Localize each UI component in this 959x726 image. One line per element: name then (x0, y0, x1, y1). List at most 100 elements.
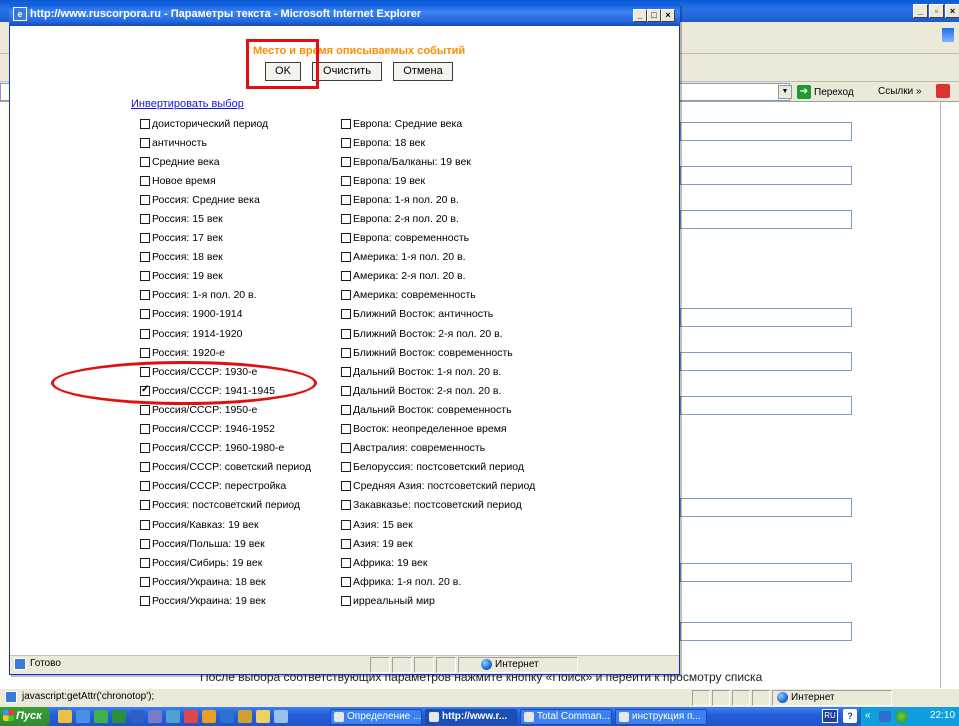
option-item[interactable]: Дальний Восток: современность (341, 400, 535, 419)
option-checkbox[interactable] (140, 252, 150, 263)
option-item[interactable]: Азия: 19 век (341, 534, 535, 553)
option-checkbox[interactable] (341, 271, 351, 282)
option-checkbox[interactable] (140, 328, 150, 339)
quick-launch-icon[interactable] (256, 710, 270, 723)
option-checkbox[interactable] (341, 347, 351, 358)
quick-launch-icon[interactable] (112, 710, 126, 723)
option-item[interactable]: Россия/Украина: 19 век (140, 591, 311, 610)
option-checkbox[interactable] (140, 309, 150, 320)
option-item[interactable]: Африка: 1-я пол. 20 в. (341, 572, 535, 591)
quick-launch-icon[interactable] (238, 710, 252, 723)
minimize-icon[interactable]: _ (913, 4, 928, 18)
option-checkbox[interactable] (341, 424, 351, 435)
quick-launch-icon[interactable] (58, 710, 72, 723)
option-item[interactable]: Россия/СССР: 1946-1952 (140, 420, 311, 439)
option-checkbox[interactable] (140, 175, 150, 186)
option-item[interactable]: Россия: 1914-1920 (140, 324, 311, 343)
option-checkbox[interactable] (140, 404, 150, 415)
option-checkbox[interactable] (140, 557, 150, 568)
option-item[interactable]: Россия: 1-я пол. 20 в. (140, 286, 311, 305)
option-checkbox[interactable] (140, 156, 150, 167)
tray-app-icon[interactable] (895, 710, 908, 723)
links-icon[interactable] (936, 84, 950, 98)
network-icon[interactable] (879, 711, 891, 722)
option-item[interactable]: античность (140, 133, 311, 152)
background-input[interactable] (680, 210, 852, 229)
option-item[interactable]: Дальний Восток: 2-я пол. 20 в. (341, 381, 535, 400)
option-item[interactable]: Закавказье: постсоветский период (341, 496, 535, 515)
chevron-down-icon[interactable]: ▼ (778, 85, 792, 99)
option-item[interactable]: Россия/СССР: советский период (140, 458, 311, 477)
option-item[interactable]: Россия: 15 век (140, 209, 311, 228)
option-item[interactable]: Россия/Польша: 19 век (140, 534, 311, 553)
option-checkbox[interactable] (341, 576, 351, 587)
option-item[interactable]: Европа: Средние века (341, 114, 535, 133)
option-item[interactable]: Америка: 2-я пол. 20 в. (341, 267, 535, 286)
option-checkbox[interactable] (341, 156, 351, 167)
background-input[interactable] (680, 352, 852, 371)
option-checkbox[interactable] (341, 252, 351, 263)
go-button[interactable]: ➔ Переход (797, 84, 854, 100)
option-item[interactable]: Америка: современность (341, 286, 535, 305)
quick-launch-icon[interactable] (130, 710, 144, 723)
option-item[interactable]: Европа/Балканы: 19 век (341, 152, 535, 171)
option-checkbox[interactable] (341, 462, 351, 473)
option-item[interactable]: Россия: Средние века (140, 190, 311, 209)
option-checkbox[interactable] (341, 214, 351, 225)
option-checkbox[interactable] (140, 519, 150, 530)
option-item[interactable]: Африка: 19 век (341, 553, 535, 572)
option-checkbox[interactable] (341, 309, 351, 320)
option-checkbox[interactable] (140, 595, 150, 606)
option-item[interactable]: Россия: 18 век (140, 248, 311, 267)
option-item[interactable]: Европа: 18 век (341, 133, 535, 152)
option-checkbox[interactable] (341, 443, 351, 454)
option-checkbox[interactable] (140, 481, 150, 492)
option-checkbox[interactable] (341, 175, 351, 186)
option-item[interactable]: Ближний Восток: 2-я пол. 20 в. (341, 324, 535, 343)
option-checkbox[interactable] (140, 576, 150, 587)
taskbar-item[interactable]: http://www.r... (425, 709, 517, 725)
minimize-icon[interactable]: _ (633, 9, 647, 22)
option-item[interactable]: Ближний Восток: античность (341, 305, 535, 324)
option-item[interactable]: Европа: современность (341, 229, 535, 248)
option-checkbox[interactable] (341, 385, 351, 396)
option-checkbox[interactable] (341, 328, 351, 339)
option-checkbox[interactable] (341, 481, 351, 492)
quick-launch-icon[interactable] (220, 710, 234, 723)
option-checkbox[interactable] (140, 233, 150, 244)
option-checkbox[interactable] (140, 538, 150, 549)
background-input[interactable] (680, 396, 852, 415)
option-checkbox[interactable] (140, 118, 150, 129)
option-item[interactable]: Россия/Украина: 18 век (140, 572, 311, 591)
option-checkbox[interactable] (341, 595, 351, 606)
option-item[interactable]: Средняя Азия: постсоветский период (341, 477, 535, 496)
option-checkbox[interactable] (341, 404, 351, 415)
option-item[interactable]: Средние века (140, 152, 311, 171)
option-item[interactable]: Россия/Кавказ: 19 век (140, 515, 311, 534)
option-item[interactable]: Восток: неопределенное время (341, 420, 535, 439)
option-checkbox[interactable] (140, 424, 150, 435)
option-item[interactable]: ирреальный мир (341, 591, 535, 610)
option-checkbox[interactable] (140, 462, 150, 473)
option-checkbox[interactable] (140, 443, 150, 454)
background-input[interactable] (680, 622, 852, 641)
option-item[interactable]: Австралия: современность (341, 439, 535, 458)
invert-selection-link[interactable]: Инвертировать выбор (131, 98, 244, 110)
option-checkbox[interactable] (140, 290, 150, 301)
language-indicator[interactable]: RU (822, 709, 838, 723)
links-button[interactable]: Ссылки » (878, 86, 922, 97)
option-checkbox[interactable] (341, 194, 351, 205)
option-item[interactable]: Америка: 1-я пол. 20 в. (341, 248, 535, 267)
chevron-left-icon[interactable]: « (865, 710, 871, 721)
option-item[interactable]: Дальний Восток: 1-я пол. 20 в. (341, 362, 535, 381)
option-item[interactable]: Россия/Сибирь: 19 век (140, 553, 311, 572)
option-checkbox[interactable] (341, 137, 351, 148)
help-icon[interactable]: ? (843, 709, 857, 723)
maximize-icon[interactable]: ▫ (929, 4, 944, 18)
quick-launch-icon[interactable] (76, 710, 90, 723)
option-item[interactable]: Россия/СССР: перестройка (140, 477, 311, 496)
option-checkbox[interactable] (341, 366, 351, 377)
option-item[interactable]: Россия: 1920-е (140, 343, 311, 362)
option-checkbox[interactable] (341, 557, 351, 568)
taskbar-item[interactable]: Total Comman... (520, 709, 612, 725)
